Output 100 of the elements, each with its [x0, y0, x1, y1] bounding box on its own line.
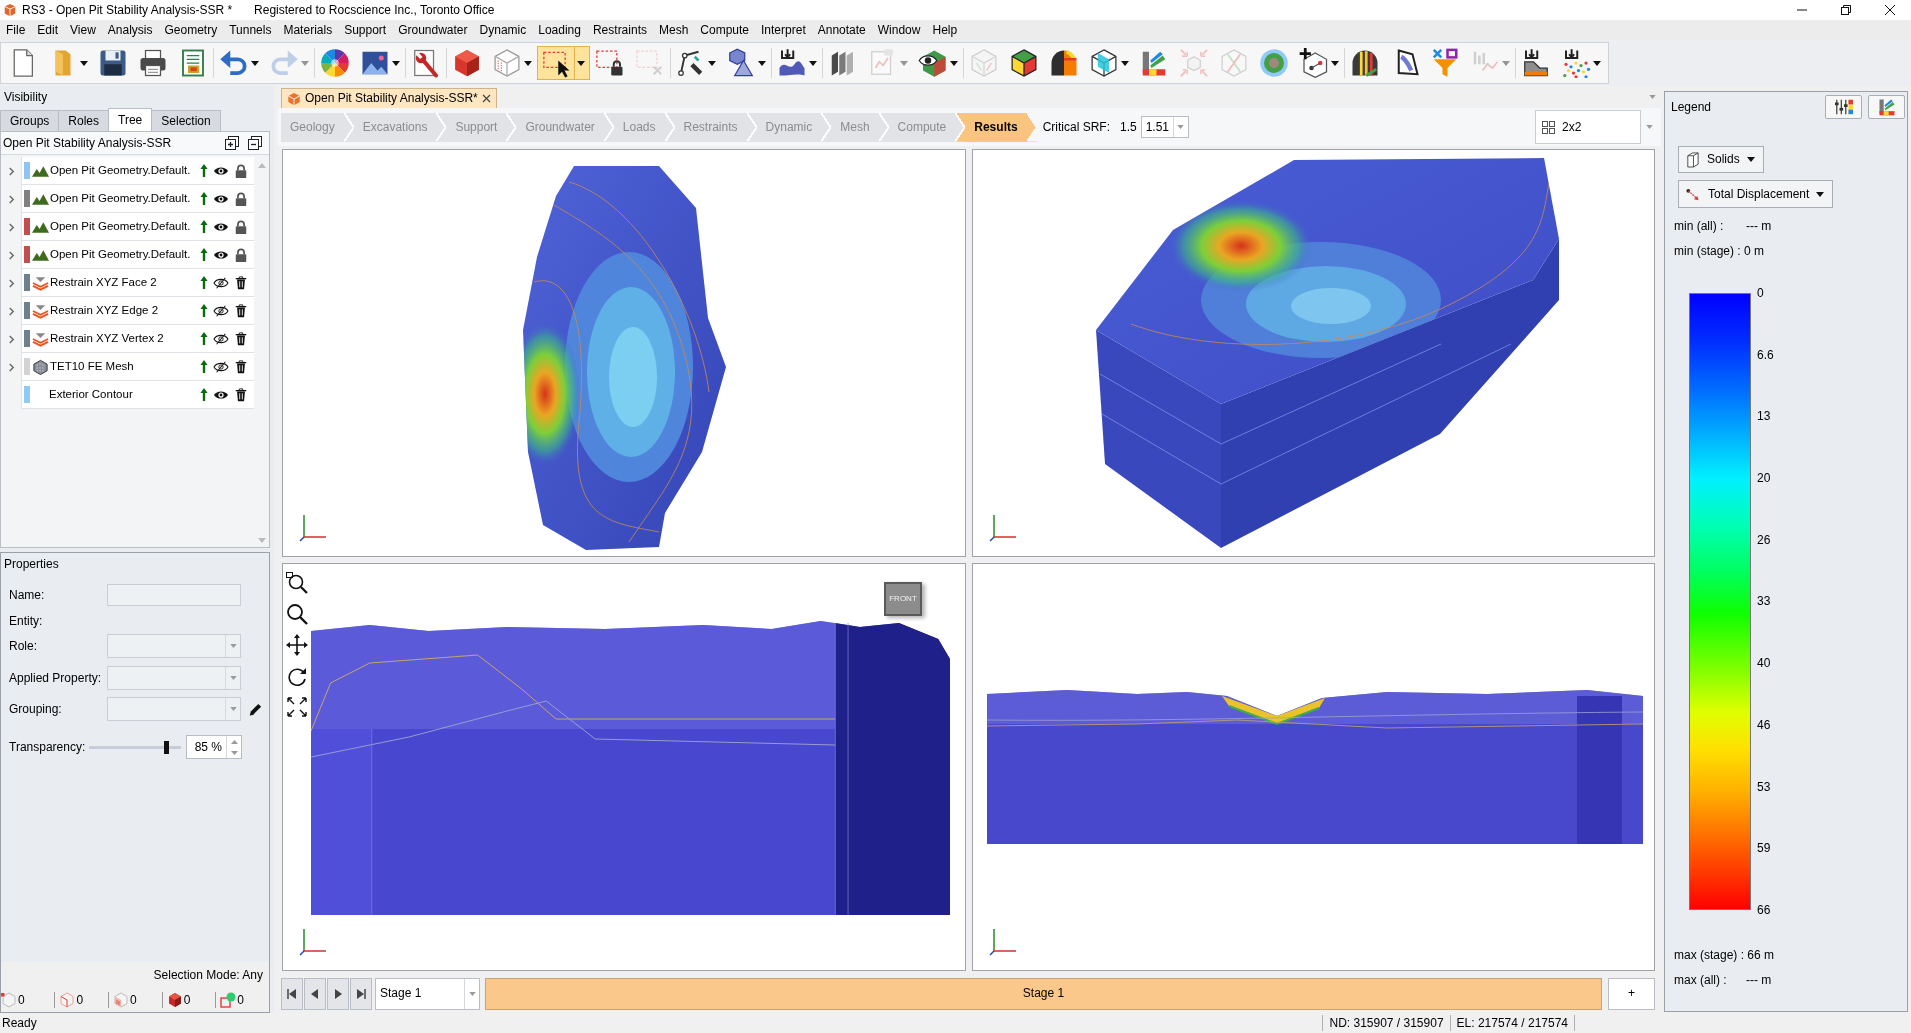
- trash-icon[interactable]: [234, 387, 249, 402]
- arrow-up-icon[interactable]: [200, 219, 209, 234]
- first-stage-button[interactable]: [281, 977, 303, 1010]
- expand-chevron-icon[interactable]: [7, 334, 15, 344]
- selection-rectangle-button[interactable]: [537, 46, 590, 80]
- arrow-up-icon[interactable]: [200, 163, 209, 178]
- text-input-field[interactable]: [107, 584, 241, 606]
- tree-row[interactable]: Open Pit Geometry.Default.: [21, 185, 255, 213]
- arrow-up-icon[interactable]: [200, 191, 209, 206]
- menu-item[interactable]: Restraints: [586, 21, 653, 39]
- dropdown-field[interactable]: [107, 666, 241, 690]
- tree-row[interactable]: Open Pit Geometry.Default.: [21, 157, 255, 185]
- zoom-window-icon[interactable]: [286, 572, 308, 594]
- lock-icon[interactable]: [234, 219, 249, 234]
- expand-chevron-icon[interactable]: [7, 166, 15, 176]
- srf-spinbox[interactable]: 1.51: [1140, 116, 1189, 138]
- fit-extents-icon[interactable]: [286, 696, 308, 718]
- menu-item[interactable]: Interpret: [755, 21, 812, 39]
- hidden-eye-icon[interactable]: [213, 359, 230, 374]
- trash-icon[interactable]: [234, 331, 249, 346]
- legend-settings-button[interactable]: [1825, 95, 1862, 119]
- panel-tab[interactable]: Tree: [108, 108, 153, 131]
- expand-all-icon[interactable]: [224, 135, 240, 151]
- expand-chevron-icon[interactable]: [7, 250, 15, 260]
- expand-chevron-icon[interactable]: [7, 278, 15, 288]
- close-icon[interactable]: [1885, 5, 1895, 15]
- result-dropdown[interactable]: Total Displacement: [1678, 180, 1834, 208]
- menu-item[interactable]: Geometry: [158, 21, 224, 39]
- menu-item[interactable]: Compute: [694, 21, 756, 39]
- panel-tab[interactable]: Groups: [0, 110, 60, 131]
- expand-chevron-icon[interactable]: [7, 306, 15, 316]
- expand-chevron-icon[interactable]: [7, 222, 15, 232]
- sliders-icon: [1832, 98, 1855, 116]
- panel-tab[interactable]: Roles: [58, 110, 110, 131]
- menu-item[interactable]: Mesh: [653, 21, 695, 39]
- menu-item[interactable]: Analysis: [101, 21, 159, 39]
- tree-row[interactable]: TET10 FE Mesh: [21, 353, 255, 381]
- menu-item[interactable]: File: [0, 21, 32, 39]
- caret-icon[interactable]: [1646, 125, 1653, 129]
- arrow-up-icon[interactable]: [200, 387, 209, 402]
- eye-cube-icon: [918, 48, 948, 78]
- dropdown-field[interactable]: [107, 634, 241, 658]
- spin-down-icon[interactable]: [230, 750, 238, 755]
- panel-tab[interactable]: Selection: [151, 110, 221, 131]
- menu-item[interactable]: Help: [926, 21, 964, 39]
- next-stage-button[interactable]: [327, 977, 349, 1010]
- menu-item[interactable]: Loading: [532, 21, 587, 39]
- menu-item[interactable]: Dynamic: [473, 21, 533, 39]
- tree-row[interactable]: Exterior Contour: [21, 381, 255, 409]
- trash-icon[interactable]: [234, 275, 249, 290]
- lock-icon[interactable]: [234, 247, 249, 262]
- arrow-up-icon[interactable]: [200, 247, 209, 262]
- close-tab-icon[interactable]: [482, 94, 491, 103]
- menu-item[interactable]: View: [64, 21, 102, 39]
- collapse-all-icon[interactable]: [247, 135, 263, 151]
- arrow-up-icon[interactable]: [200, 275, 209, 290]
- trash-icon[interactable]: [234, 359, 249, 374]
- trash-icon[interactable]: [234, 303, 249, 318]
- menu-item[interactable]: Groundwater: [392, 21, 474, 39]
- tree-row[interactable]: Open Pit Geometry.Default.: [21, 241, 255, 269]
- hidden-eye-icon[interactable]: [213, 303, 230, 318]
- workflow-step-tab[interactable]: Results: [965, 112, 1037, 142]
- pencil-icon[interactable]: [248, 701, 263, 717]
- menu-item[interactable]: Support: [338, 21, 393, 39]
- arrow-up-icon[interactable]: [200, 303, 209, 318]
- document-tab[interactable]: Open Pit Stability Analysis-SSR*: [281, 88, 497, 108]
- tree-row[interactable]: Restrain XYZ Vertex 2: [21, 325, 255, 353]
- hidden-eye-icon[interactable]: [213, 331, 230, 346]
- dropdown-field[interactable]: [107, 697, 241, 721]
- caret-icon: [1816, 191, 1825, 197]
- layout-dropdown[interactable]: 2x2: [1535, 110, 1641, 144]
- arrow-up-icon[interactable]: [200, 331, 209, 346]
- hidden-eye-icon[interactable]: [213, 275, 230, 290]
- lock-icon[interactable]: [234, 163, 249, 178]
- spin-up-icon[interactable]: [230, 739, 238, 744]
- menu-item[interactable]: Window: [871, 21, 927, 39]
- previous-stage-button[interactable]: [304, 977, 326, 1010]
- entity-dropdown[interactable]: Solids: [1678, 146, 1764, 173]
- app-logo-icon: [3, 3, 17, 17]
- lock-icon[interactable]: [234, 191, 249, 206]
- restore-icon[interactable]: [1841, 5, 1851, 15]
- stage-dropdown[interactable]: Stage 1: [375, 977, 480, 1010]
- tree-row[interactable]: Open Pit Geometry.Default.: [21, 213, 255, 241]
- add-stage-button[interactable]: +: [1608, 977, 1655, 1010]
- transparency-spinbox[interactable]: 85 %: [186, 735, 242, 759]
- slider-thumb[interactable]: [164, 740, 170, 754]
- menu-item[interactable]: Edit: [31, 21, 65, 39]
- arrow-up-icon[interactable]: [200, 359, 209, 374]
- menu-item[interactable]: Annotate: [811, 21, 872, 39]
- move-icon[interactable]: [286, 634, 308, 656]
- tree-row[interactable]: Restrain XYZ Edge 2: [21, 297, 255, 325]
- menu-item[interactable]: Materials: [277, 21, 339, 39]
- expand-chevron-icon[interactable]: [7, 194, 15, 204]
- expand-chevron-icon[interactable]: [7, 362, 15, 372]
- last-stage-button[interactable]: [350, 977, 372, 1010]
- tree-row[interactable]: Restrain XYZ Face 2: [21, 269, 255, 297]
- legend-chart-button[interactable]: [1868, 95, 1905, 119]
- rotate-icon[interactable]: [286, 665, 308, 687]
- menu-item[interactable]: Tunnels: [223, 21, 278, 39]
- search-icon[interactable]: [286, 603, 308, 625]
